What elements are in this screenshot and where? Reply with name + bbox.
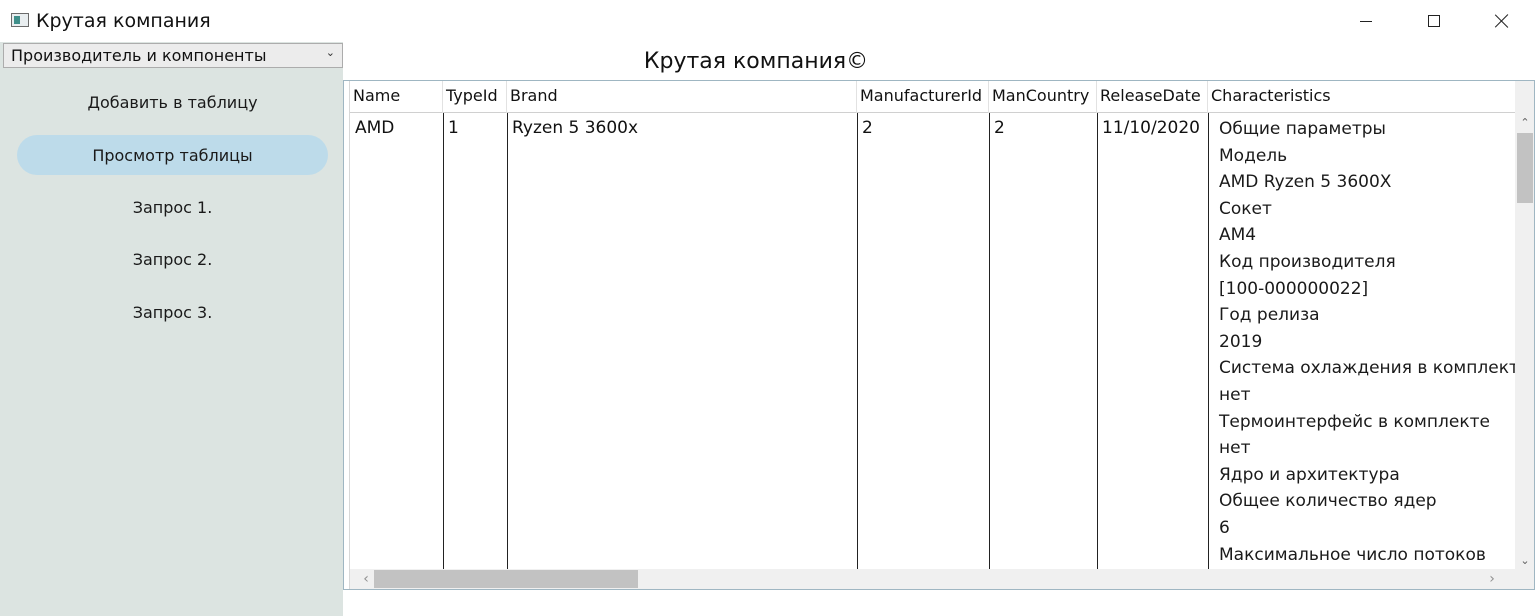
- page-title: Крутая компания©: [643, 48, 869, 74]
- characteristics-line: Модель: [1219, 145, 1288, 166]
- characteristics-line: Общие параметры: [1219, 119, 1386, 139]
- app-icon: [11, 13, 29, 27]
- characteristics-line: Код производителя: [1219, 251, 1396, 272]
- characteristics-line: 2019: [1219, 331, 1263, 352]
- column-divider: [989, 113, 990, 569]
- cell-mancountry[interactable]: 2: [989, 118, 1005, 138]
- characteristics-line: нет: [1219, 438, 1251, 459]
- characteristics-line: Система охлаждения в комплект: [1219, 358, 1516, 379]
- characteristics-line: Сокет: [1219, 198, 1272, 219]
- characteristics-line: Максимальное число потоков: [1219, 544, 1486, 565]
- characteristics-line: 6: [1219, 517, 1230, 538]
- maximize-icon: [1428, 15, 1440, 27]
- grid-viewport: Name TypeId Brand ManufacturerId ManCoun…: [350, 81, 1516, 569]
- data-grid[interactable]: Name TypeId Brand ManufacturerId ManCoun…: [343, 80, 1535, 590]
- vertical-scroll-thumb[interactable]: [1517, 133, 1533, 203]
- scroll-left-icon[interactable]: ‹: [356, 569, 376, 589]
- characteristics-line: Общее количество ядер: [1219, 491, 1437, 512]
- table-select-dropdown[interactable]: Производитель и компоненты ⌄: [3, 43, 343, 68]
- characteristics-line: Термоинтерфейс в комплекте: [1219, 411, 1490, 432]
- characteristics-line: Год релиза: [1219, 305, 1320, 326]
- characteristics-line: AMD Ryzen 5 3600X: [1219, 172, 1392, 193]
- query-3-button[interactable]: Запрос 3.: [17, 292, 328, 332]
- column-header-characteristics[interactable]: Characteristics: [1208, 81, 1516, 113]
- characteristics-line: [100-000000022]: [1219, 278, 1369, 299]
- scrollbar-top-cap: [1515, 81, 1534, 113]
- scroll-down-icon[interactable]: ⌄: [1515, 551, 1534, 569]
- vertical-scrollbar[interactable]: ⌃ ⌄: [1515, 113, 1534, 569]
- chevron-down-icon: ⌄: [325, 46, 335, 59]
- close-icon: [1495, 14, 1509, 28]
- close-button[interactable]: [1468, 0, 1536, 42]
- characteristics-line: нет: [1219, 384, 1251, 405]
- sidebar: Производитель и компоненты ⌄ Добавить в …: [0, 42, 343, 616]
- column-header-mancountry[interactable]: ManCountry: [989, 81, 1097, 113]
- window-title: Крутая компания: [36, 10, 211, 32]
- cell-typeid[interactable]: 1: [443, 118, 459, 138]
- grid-header: Name TypeId Brand ManufacturerId ManCoun…: [350, 81, 1516, 113]
- characteristics-line: AM4: [1219, 225, 1257, 246]
- table-row[interactable]: AMD 1 Ryzen 5 3600x 2 2 11/10/2020 Общие…: [350, 113, 1516, 569]
- column-divider: [443, 113, 444, 569]
- characteristics-line: Ядро и архитектура: [1219, 464, 1400, 485]
- add-to-table-button[interactable]: Добавить в таблицу: [17, 82, 328, 122]
- horizontal-scrollbar[interactable]: ‹ ›: [350, 569, 1516, 589]
- view-table-button[interactable]: Просмотр таблицы: [17, 135, 328, 175]
- cell-characteristics[interactable]: Общие параметры Модель AMD Ryzen 5 3600X…: [1214, 116, 1516, 568]
- scrollbar-corner: [1516, 569, 1534, 589]
- column-divider: [857, 113, 858, 569]
- minimize-icon: [1360, 20, 1372, 22]
- column-header-name[interactable]: Name: [350, 81, 443, 113]
- scroll-up-icon[interactable]: ⌃: [1515, 113, 1534, 131]
- column-header-typeid[interactable]: TypeId: [443, 81, 507, 113]
- minimize-button[interactable]: [1332, 0, 1400, 42]
- cell-name[interactable]: AMD: [350, 118, 394, 138]
- cell-releasedate[interactable]: 11/10/2020: [1097, 118, 1200, 138]
- cell-brand[interactable]: Ryzen 5 3600x: [507, 118, 638, 138]
- column-header-brand[interactable]: Brand: [507, 81, 857, 113]
- column-divider: [1208, 113, 1209, 569]
- horizontal-scroll-thumb[interactable]: [374, 570, 638, 588]
- cell-manufacturerid[interactable]: 2: [857, 118, 873, 138]
- column-header-releasedate[interactable]: ReleaseDate: [1097, 81, 1208, 113]
- scroll-right-icon[interactable]: ›: [1482, 569, 1502, 589]
- query-2-button[interactable]: Запрос 2.: [17, 239, 328, 279]
- query-1-button[interactable]: Запрос 1.: [17, 187, 328, 227]
- maximize-button[interactable]: [1400, 0, 1468, 42]
- column-divider: [507, 113, 508, 569]
- dropdown-value: Производитель и компоненты: [11, 46, 267, 65]
- column-divider: [1097, 113, 1098, 569]
- column-header-manufacturerid[interactable]: ManufacturerId: [857, 81, 989, 113]
- title-bar: Крутая компания: [0, 0, 1536, 42]
